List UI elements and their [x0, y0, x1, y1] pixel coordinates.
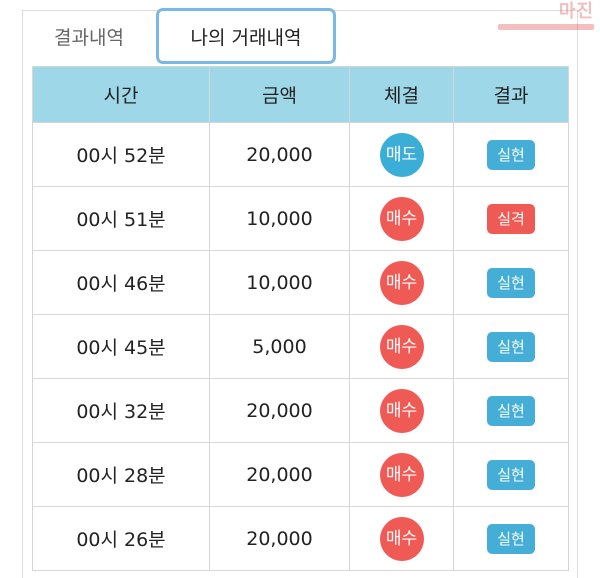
cell-trade: 매수 — [349, 378, 454, 443]
cell-trade: 매수 — [349, 314, 454, 379]
tab-results[interactable]: 결과내역 — [24, 8, 154, 64]
result-badge: 실현 — [487, 523, 535, 554]
cell-result: 실현 — [453, 506, 569, 571]
trade-table: 시간 금액 체결 결과 00시 52분 20,000 매도 실현 00시 51분… — [32, 66, 569, 571]
trade-buy-badge: 매수 — [379, 516, 424, 561]
cell-trade: 매수 — [349, 442, 454, 507]
cell-time: 00시 51분 — [32, 186, 210, 251]
trade-buy-badge: 매수 — [379, 388, 424, 433]
result-badge: 실현 — [487, 139, 535, 170]
result-badge: 실현 — [487, 267, 535, 298]
cell-trade: 매수 — [349, 186, 454, 251]
result-badge: 실현 — [487, 395, 535, 426]
table-row: 00시 46분 10,000 매수 실현 — [32, 250, 569, 315]
table-row: 00시 52분 20,000 매도 실현 — [32, 122, 569, 187]
column-header-amount: 금액 — [209, 66, 350, 123]
cell-amount: 20,000 — [209, 442, 350, 507]
cell-time: 00시 32분 — [32, 378, 210, 443]
cell-trade: 매수 — [349, 250, 454, 315]
trade-buy-badge: 매수 — [379, 196, 424, 241]
column-header-result: 결과 — [453, 66, 569, 123]
cell-amount: 20,000 — [209, 506, 350, 571]
cell-amount: 5,000 — [209, 314, 350, 379]
table-row: 00시 26분 20,000 매수 실현 — [32, 506, 569, 571]
watermark-bar — [498, 24, 594, 30]
cell-time: 00시 52분 — [32, 122, 210, 187]
cell-result: 실현 — [453, 378, 569, 443]
result-badge: 실현 — [487, 331, 535, 362]
cell-amount: 20,000 — [209, 378, 350, 443]
table-header-row: 시간 금액 체결 결과 — [32, 66, 569, 123]
trade-buy-badge: 매수 — [379, 452, 424, 497]
cell-time: 00시 46분 — [32, 250, 210, 315]
watermark-text: 마진 — [558, 1, 594, 22]
cell-time: 00시 26분 — [32, 506, 210, 571]
trade-history-panel: 결과내역 나의 거래내역 마진 시간 금액 체결 결과 00시 52분 20,0… — [0, 0, 600, 578]
cell-amount: 10,000 — [209, 250, 350, 315]
watermark-logo: 마진 — [494, 2, 594, 34]
trade-buy-badge: 매수 — [379, 260, 424, 305]
result-badge: 실현 — [487, 459, 535, 490]
table-row: 00시 28분 20,000 매수 실현 — [32, 442, 569, 507]
cell-result: 실격 — [453, 186, 569, 251]
cell-result: 실현 — [453, 250, 569, 315]
column-header-trade: 체결 — [349, 66, 454, 123]
cell-amount: 20,000 — [209, 122, 350, 187]
cell-time: 00시 28분 — [32, 442, 210, 507]
cell-result: 실현 — [453, 122, 569, 187]
cell-trade: 매수 — [349, 506, 454, 571]
trade-buy-badge: 매수 — [379, 324, 424, 369]
cell-result: 실현 — [453, 314, 569, 379]
table-row: 00시 32분 20,000 매수 실현 — [32, 378, 569, 443]
column-header-time: 시간 — [32, 66, 210, 123]
cell-result: 실현 — [453, 442, 569, 507]
cell-amount: 10,000 — [209, 186, 350, 251]
table-row: 00시 51분 10,000 매수 실격 — [32, 186, 569, 251]
cell-time: 00시 45분 — [32, 314, 210, 379]
tab-my-trades[interactable]: 나의 거래내역 — [156, 8, 336, 64]
result-badge: 실격 — [487, 203, 535, 234]
table-row: 00시 45분 5,000 매수 실현 — [32, 314, 569, 379]
trade-sell-badge: 매도 — [379, 132, 424, 177]
cell-trade: 매도 — [349, 122, 454, 187]
